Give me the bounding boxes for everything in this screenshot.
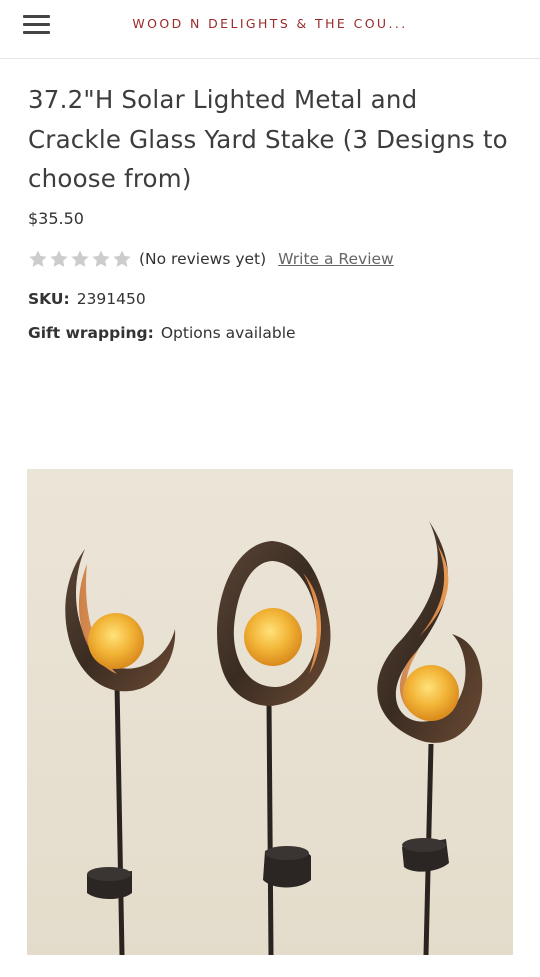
rating-row: (No reviews yet) Write a Review bbox=[28, 248, 394, 270]
sku-value: 2391450 bbox=[76, 290, 146, 308]
gift-wrapping-row: Gift wrapping: Options available bbox=[28, 324, 296, 342]
review-count: (No reviews yet) bbox=[139, 250, 267, 268]
star-icon bbox=[49, 249, 69, 269]
product-title: 37.2"H Solar Lighted Metal and Crackle G… bbox=[28, 85, 508, 193]
sku-label: SKU: bbox=[28, 290, 70, 308]
star-icon bbox=[91, 249, 111, 269]
gift-wrapping-label: Gift wrapping: bbox=[28, 324, 154, 342]
write-review-link[interactable]: Write a Review bbox=[278, 250, 394, 268]
star-icon bbox=[70, 249, 90, 269]
store-name-link[interactable]: WOOD N DELIGHTS & THE COU... bbox=[60, 16, 480, 31]
star-icon bbox=[28, 249, 48, 269]
star-rating bbox=[28, 249, 132, 269]
top-bar: WOOD N DELIGHTS & THE COU... bbox=[0, 0, 540, 59]
product-image[interactable] bbox=[27, 469, 513, 955]
product-price: $35.50 bbox=[28, 209, 84, 228]
gift-wrapping-value: Options available bbox=[160, 324, 296, 342]
star-icon bbox=[112, 249, 132, 269]
yard-stakes-illustration bbox=[27, 469, 513, 955]
hamburger-menu-icon[interactable] bbox=[22, 13, 52, 37]
sku-row: SKU: 2391450 bbox=[28, 290, 146, 308]
